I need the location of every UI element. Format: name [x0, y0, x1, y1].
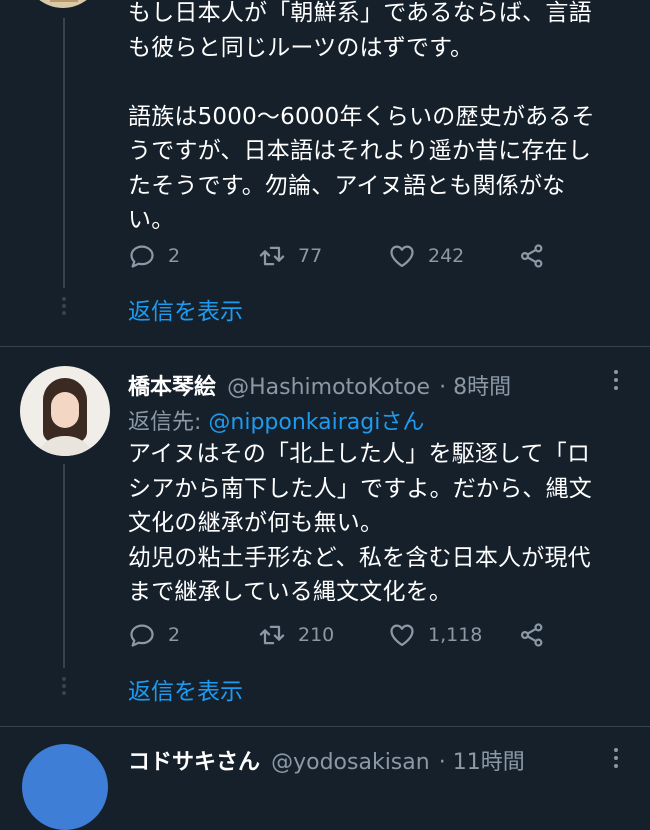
reply-to-line: 返信先: @nipponkairagiさん — [128, 410, 425, 435]
show-replies-link[interactable]: 返信を表示 — [128, 292, 243, 326]
avatar[interactable] — [22, 744, 108, 830]
show-replies-link[interactable]: 返信を表示 — [128, 672, 243, 706]
retweet-icon — [259, 246, 285, 266]
mention-link[interactable]: @nipponkairagiさん — [208, 410, 424, 435]
thread-line — [63, 18, 65, 288]
like-button[interactable]: 242 — [388, 242, 518, 270]
divider — [0, 726, 650, 727]
divider — [0, 346, 650, 347]
share-button[interactable] — [518, 242, 546, 270]
tweet-header: 橋本琴絵 @HashimotoKotoe · 8時間 — [128, 369, 511, 401]
reply-icon — [130, 245, 154, 268]
tweet-actions: 2 77 242 — [128, 242, 546, 270]
tweet-text: アイヌはその「北上した人」を駆逐して「ロ シアから南下した人」ですよ。だから、縄… — [128, 441, 592, 605]
tweet-actions: 2 210 1,118 — [128, 621, 546, 649]
display-name[interactable]: 橋本琴絵 — [128, 375, 216, 400]
user-handle[interactable]: @yodosakisan — [271, 750, 430, 775]
like-button[interactable]: 1,118 — [388, 621, 518, 649]
retweet-button[interactable]: 77 — [258, 242, 388, 270]
share-button[interactable] — [518, 621, 546, 649]
thread-dots — [62, 677, 66, 698]
reply-icon — [130, 624, 154, 647]
more-icon[interactable] — [614, 370, 618, 394]
avatar[interactable] — [20, 366, 110, 456]
share-icon — [520, 623, 543, 647]
share-icon — [520, 244, 543, 268]
thread-dots — [62, 297, 66, 318]
user-handle[interactable]: @HashimotoKotoe — [227, 375, 430, 400]
timestamp[interactable]: · 8時間 — [439, 375, 511, 400]
thread-line — [63, 464, 65, 668]
tweet-text: もし日本人が「朝鮮系」であるならば、言語 も彼らと同じルーツのはずです。 語族は… — [128, 0, 595, 233]
display-name[interactable]: コドサキさん — [128, 750, 260, 775]
heart-icon — [390, 624, 414, 647]
avatar[interactable] — [24, 0, 102, 8]
more-icon[interactable] — [614, 748, 618, 772]
reply-button[interactable]: 2 — [128, 242, 258, 270]
heart-icon — [390, 245, 414, 268]
tweet-header: コドサキさん @yodosakisan · 11時間 — [128, 744, 525, 776]
reply-button[interactable]: 2 — [128, 621, 258, 649]
retweet-button[interactable]: 210 — [258, 621, 388, 649]
timestamp[interactable]: · 11時間 — [439, 750, 525, 775]
retweet-icon — [259, 625, 285, 645]
